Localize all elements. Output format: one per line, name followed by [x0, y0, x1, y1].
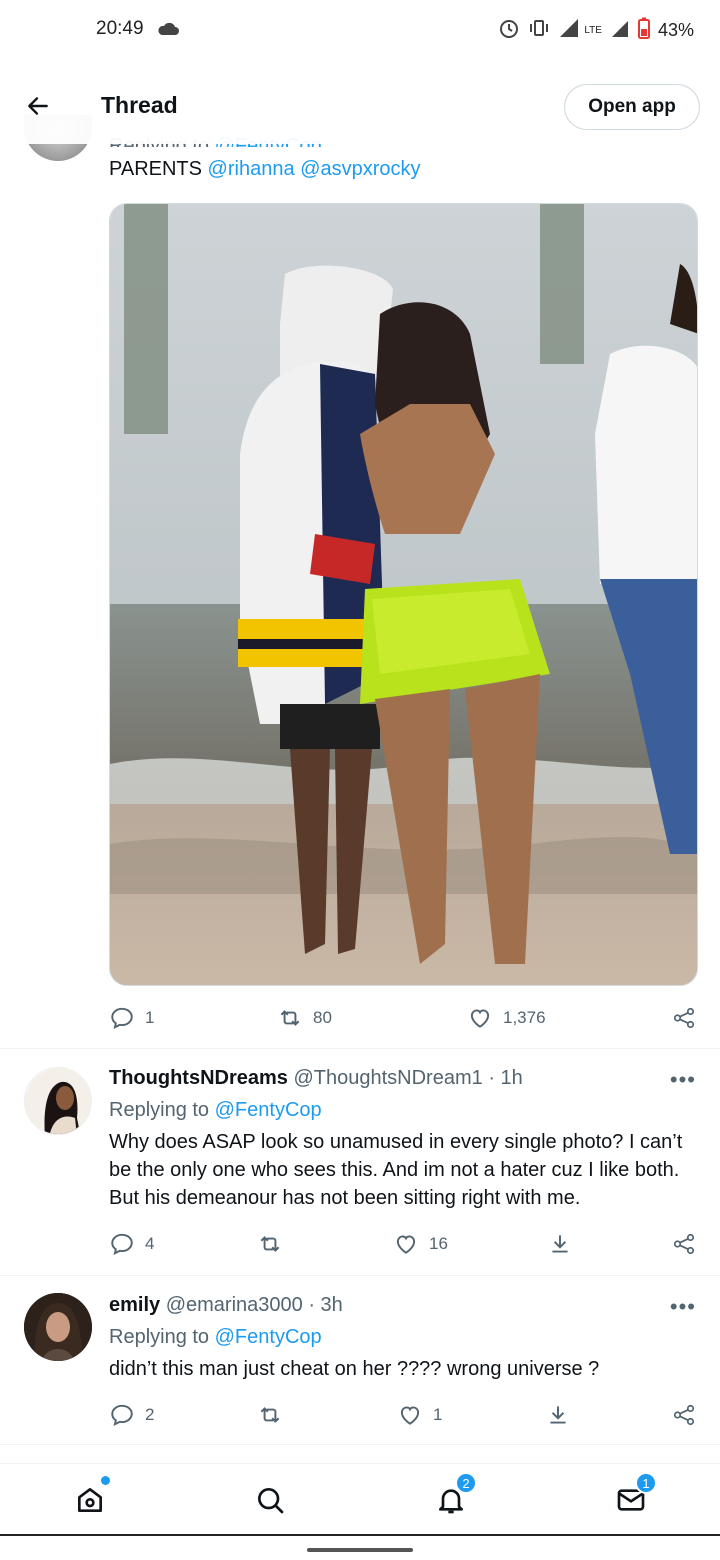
divider	[0, 1048, 720, 1049]
arrow-left-icon	[28, 97, 48, 115]
reply-actions: 2 1	[109, 1400, 699, 1430]
cloud-icon	[157, 20, 179, 42]
signal-icon	[558, 18, 580, 43]
reply-button[interactable]: 4	[109, 1231, 154, 1257]
tweet-photo[interactable]	[109, 203, 698, 986]
unread-dot	[101, 1476, 110, 1485]
search-icon	[258, 1488, 284, 1514]
heart-icon	[396, 1235, 416, 1254]
replying-to-line: Replying to @FentyCop	[109, 1326, 322, 1348]
tweet-text: Why does ASAP look so unamused in every …	[109, 1131, 683, 1209]
reply-icon	[111, 1233, 133, 1256]
reply-icon	[111, 1007, 133, 1030]
replying-to-line: Replying to @FentyCop	[109, 1099, 322, 1121]
like-count: 1,376	[503, 1008, 546, 1027]
heart-icon	[470, 1009, 490, 1028]
reply-icon	[111, 1404, 133, 1427]
replying-handle-link[interactable]: @FentyCop	[215, 1099, 322, 1121]
download-icon	[550, 1406, 566, 1424]
system-nav-bar	[0, 1534, 720, 1536]
retweet-icon	[260, 1236, 280, 1252]
reply-count: 1	[145, 1008, 155, 1027]
avatar[interactable]	[24, 1067, 92, 1135]
nav-notifications[interactable]: 2	[431, 1472, 477, 1520]
divider	[0, 1275, 720, 1276]
timestamp: · 1h	[488, 1067, 523, 1089]
replying-handle-link[interactable]: @FentyCop	[215, 1326, 322, 1348]
like-count: 16	[429, 1234, 448, 1253]
retweet-button[interactable]	[257, 1402, 283, 1428]
share-icon	[673, 1007, 695, 1029]
download-button[interactable]	[545, 1402, 571, 1428]
page-title: Thread	[101, 92, 178, 118]
bottom-nav: 2 1	[0, 1463, 720, 1535]
status-icons: LTE 43%	[498, 17, 694, 44]
vibrate-icon	[528, 18, 550, 43]
retweet-button[interactable]: 80	[277, 1005, 332, 1031]
display-name[interactable]: emily	[109, 1294, 160, 1316]
retweet-count: 80	[313, 1008, 332, 1027]
reply-button[interactable]: 1	[109, 1005, 154, 1031]
like-count: 1	[433, 1405, 443, 1424]
back-button[interactable]	[18, 86, 58, 126]
nav-messages[interactable]: 1	[611, 1472, 657, 1520]
status-bar: 20:49 LTE 43%	[0, 0, 720, 62]
network-type: LTE	[584, 25, 602, 36]
divider	[0, 1444, 720, 1445]
retweet-button[interactable]	[257, 1231, 283, 1257]
display-name[interactable]: ThoughtsNDreams	[109, 1067, 288, 1089]
tweet-text-prefix: PARENTS	[109, 158, 202, 180]
signal-icon-2	[610, 18, 630, 43]
home-icon	[78, 1488, 102, 1512]
share-button[interactable]	[671, 1231, 697, 1257]
reply-actions: 4 16	[109, 1229, 699, 1259]
share-button[interactable]	[671, 1005, 697, 1031]
reply-button[interactable]: 2	[109, 1402, 154, 1428]
tweet-text: didn’t this man just cheat on her ???? w…	[109, 1358, 600, 1380]
main-tweet-actions: 1 80 1,376	[109, 1003, 699, 1033]
open-app-button[interactable]: Open app	[564, 84, 700, 130]
battery-percent: 43%	[657, 20, 694, 40]
share-icon	[673, 1404, 695, 1426]
heart-icon	[400, 1406, 420, 1425]
share-button[interactable]	[671, 1402, 697, 1428]
more-options-icon[interactable]: •••	[670, 1294, 696, 1320]
retweet-icon	[280, 1010, 300, 1026]
nav-search[interactable]	[250, 1480, 290, 1520]
download-button[interactable]	[547, 1231, 573, 1257]
reply-count: 4	[145, 1234, 155, 1253]
alarm-icon	[498, 17, 520, 44]
share-icon	[673, 1233, 695, 1255]
reply-header: emily @emarina3000 · 3h	[109, 1294, 343, 1317]
timestamp: · 3h	[308, 1294, 343, 1316]
retweet-icon	[260, 1407, 280, 1423]
reply-count: 2	[145, 1405, 155, 1424]
mention-link-asvpxrocky[interactable]: @asvpxrocky	[300, 158, 420, 180]
like-button[interactable]: 16	[393, 1231, 448, 1257]
messages-badge: 1	[635, 1472, 657, 1494]
download-icon	[552, 1235, 568, 1253]
battery-icon	[637, 17, 650, 44]
header: Thread Open app	[0, 70, 720, 144]
like-button[interactable]: 1	[397, 1402, 442, 1428]
more-options-icon[interactable]: •••	[670, 1067, 696, 1093]
notifications-badge: 2	[455, 1472, 477, 1494]
nav-home[interactable]	[70, 1476, 110, 1520]
home-indicator[interactable]	[307, 1548, 413, 1552]
reply-header: ThoughtsNDreams @ThoughtsNDream1 · 1h	[109, 1067, 523, 1090]
like-button[interactable]: 1,376	[467, 1005, 546, 1031]
avatar[interactable]	[24, 1293, 92, 1361]
mention-link-rihanna[interactable]: @rihanna	[208, 158, 295, 180]
tweet-text: PARENTS @rihanna @asvpxrocky	[109, 158, 420, 181]
handle[interactable]: @ThoughtsNDream1	[293, 1067, 482, 1089]
status-time: 20:49	[96, 18, 144, 39]
handle[interactable]: @emarina3000	[166, 1294, 303, 1316]
